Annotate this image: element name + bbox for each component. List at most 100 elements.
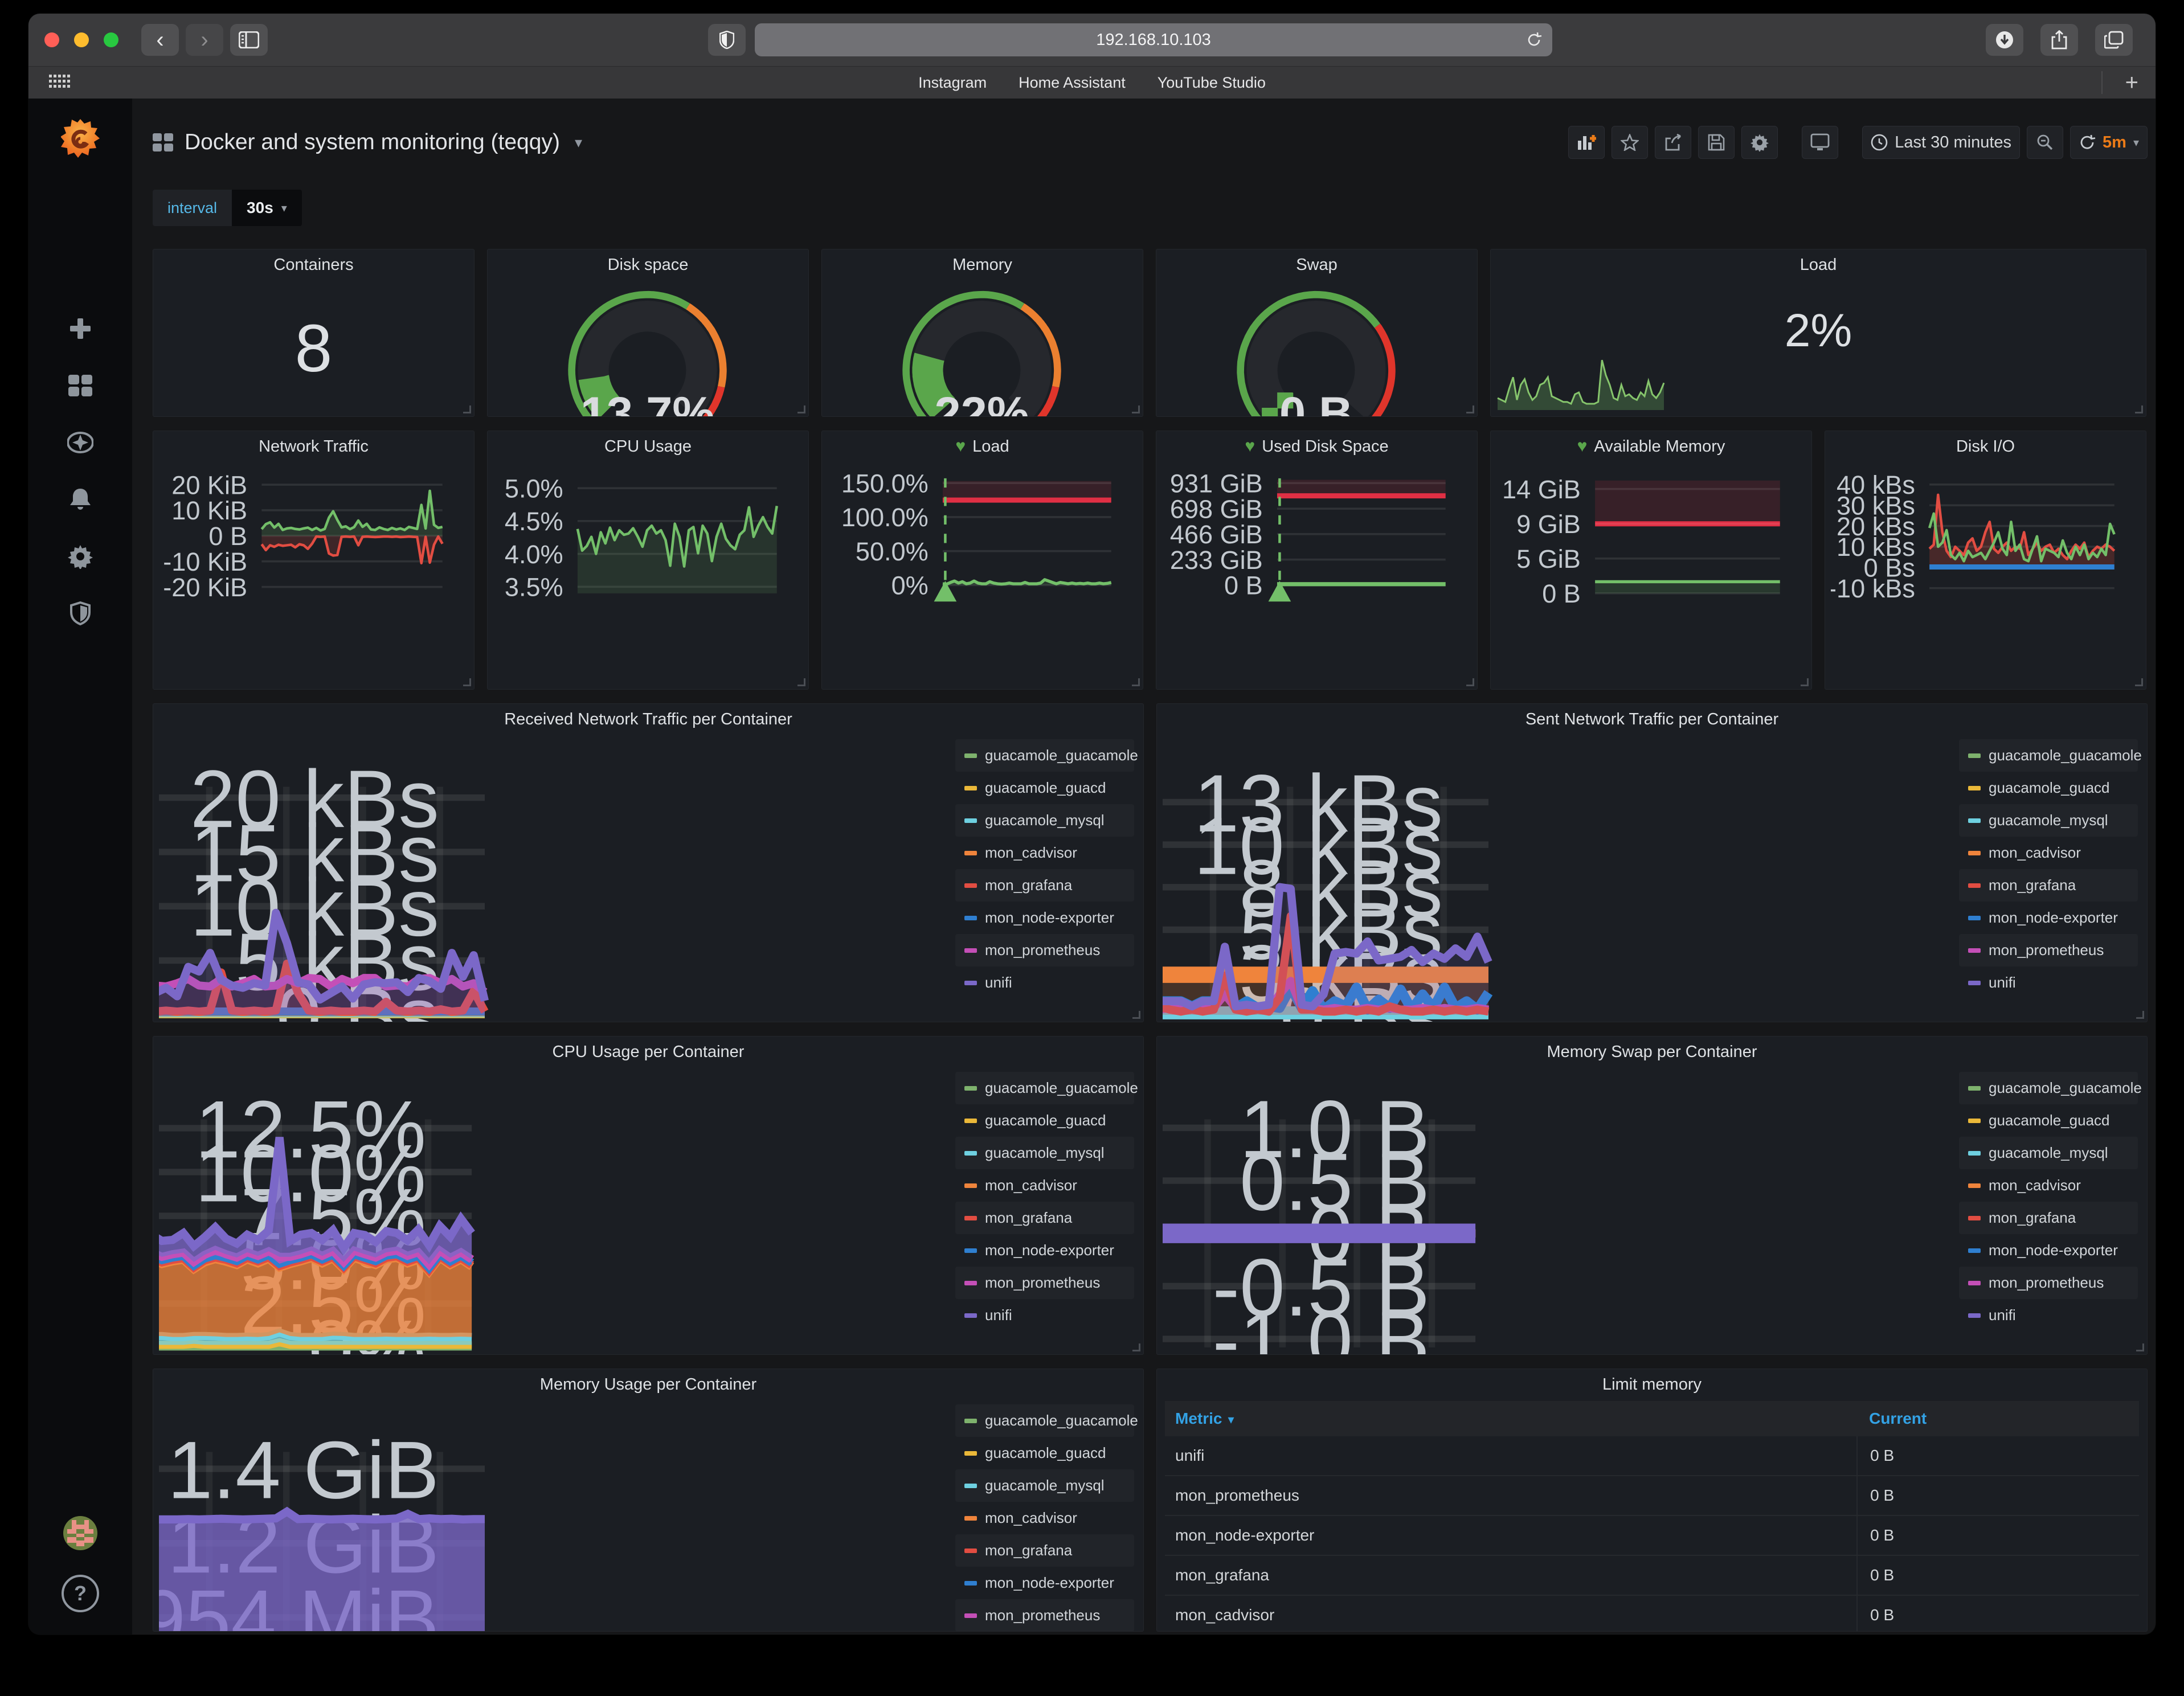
close-window-icon[interactable]	[44, 32, 59, 47]
star-dashboard-button[interactable]	[1612, 126, 1648, 159]
legend-item[interactable]: mon_cadvisor	[955, 1169, 1134, 1202]
panel-resize-handle[interactable]	[1466, 405, 1474, 413]
panel-resize-handle[interactable]	[2135, 678, 2143, 686]
panel-title[interactable]: Memory Usage per Container	[153, 1369, 1143, 1400]
legend-item[interactable]: unifi	[1959, 966, 2138, 999]
legend-item[interactable]: guacamole_mysql	[1959, 804, 2138, 837]
legend-item[interactable]: guacamole_mysql	[955, 804, 1134, 837]
disk-space-gauge[interactable]: 13.7%	[493, 280, 801, 417]
sidebar-item-create[interactable]	[67, 315, 94, 342]
legend-item[interactable]: guacamole_mysql	[955, 1137, 1134, 1169]
forward-button[interactable]: ›	[186, 24, 223, 56]
legend-item[interactable]: guacamole_guacamole	[955, 1404, 1134, 1437]
disk-io-chart[interactable]: 40 kBs30 kBs20 kBs10 kBs0 Bs-10 kBs	[1831, 462, 2139, 616]
legend-item[interactable]: mon_grafana	[955, 869, 1134, 902]
available-memory-chart[interactable]: 14 GiB9 GiB5 GiB0 B	[1496, 462, 1805, 616]
panel-title[interactable]: ♥Available Memory	[1491, 431, 1811, 462]
panel-title[interactable]: Limit memory	[1157, 1369, 2147, 1400]
panel-resize-handle[interactable]	[1132, 1343, 1140, 1351]
legend-item[interactable]: mon_node-exporter	[955, 1567, 1134, 1599]
save-dashboard-button[interactable]	[1698, 126, 1735, 159]
panel-title[interactable]: Disk I/O	[1825, 431, 2146, 462]
load-chart[interactable]: 150.0%100.0%50.0%0%	[828, 462, 1136, 616]
legend-item[interactable]: mon_node-exporter	[955, 902, 1134, 934]
bookmark-instagram[interactable]: Instagram	[918, 74, 987, 92]
panel-title[interactable]: Swap	[1156, 249, 1477, 280]
legend-item[interactable]: unifi	[955, 966, 1134, 999]
share-dashboard-button[interactable]	[1655, 126, 1691, 159]
legend-item[interactable]: guacamole_guacamole	[955, 1072, 1134, 1104]
legend-item[interactable]: mon_prometheus	[955, 1599, 1134, 1632]
sidebar-item-configuration[interactable]	[67, 543, 94, 570]
legend-item[interactable]: guacamole_guacamole	[955, 739, 1134, 772]
panel-resize-handle[interactable]	[2136, 1011, 2144, 1019]
panel-resize-handle[interactable]	[2135, 405, 2143, 413]
help-button[interactable]: ?	[62, 1575, 99, 1612]
panel-resize-handle[interactable]	[1466, 678, 1474, 686]
panel-title[interactable]: Containers	[153, 249, 474, 280]
grafana-logo[interactable]	[61, 118, 100, 159]
panel-resize-handle[interactable]	[1132, 678, 1140, 686]
legend-item[interactable]: mon_node-exporter	[955, 1234, 1134, 1267]
panel-title[interactable]: Memory	[822, 249, 1143, 280]
legend-item[interactable]: guacamole_guacd	[1959, 1104, 2138, 1137]
time-range-picker[interactable]: Last 30 minutes	[1862, 126, 2020, 159]
zoom-window-icon[interactable]	[104, 32, 118, 47]
legend-item[interactable]: guacamole_mysql	[1959, 1137, 2138, 1169]
legend-item[interactable]: unifi	[955, 1299, 1134, 1332]
legend-item[interactable]: guacamole_guacd	[955, 772, 1134, 804]
privacy-shield-button[interactable]	[708, 24, 746, 56]
legend-item[interactable]: mon_grafana	[955, 1202, 1134, 1234]
sidebar-item-explore[interactable]	[67, 429, 94, 456]
panel-resize-handle[interactable]	[463, 678, 471, 686]
panel-title[interactable]: Received Network Traffic per Container	[153, 704, 1143, 735]
panel-title[interactable]: Load	[1491, 249, 2146, 280]
panel-title[interactable]: Network Traffic	[153, 431, 474, 462]
legend-item[interactable]: guacamole_mysql	[955, 1469, 1134, 1502]
interval-dropdown[interactable]: 30s▾	[232, 190, 302, 226]
share-button[interactable]	[2040, 24, 2078, 56]
sidebar-toggle-button[interactable]	[230, 24, 268, 56]
legend-item[interactable]: guacamole_guacd	[1959, 772, 2138, 804]
legend-item[interactable]: mon_prometheus	[955, 1267, 1134, 1299]
column-header-current[interactable]: Current	[1856, 1401, 2139, 1436]
legend-item[interactable]: guacamole_guacd	[955, 1104, 1134, 1137]
panel-resize-handle[interactable]	[1801, 678, 1809, 686]
legend-item[interactable]: mon_prometheus	[955, 934, 1134, 966]
panel-title[interactable]: Disk space	[488, 249, 808, 280]
legend-item[interactable]: mon_cadvisor	[1959, 837, 2138, 869]
cycle-view-button[interactable]	[1802, 126, 1838, 159]
refresh-picker[interactable]: 5m ▾	[2070, 126, 2148, 159]
bookmark-youtube-studio[interactable]: YouTube Studio	[1158, 74, 1266, 92]
legend-item[interactable]: mon_cadvisor	[1959, 1169, 2138, 1202]
panel-title[interactable]: ♥Used Disk Space	[1156, 431, 1477, 462]
bookmark-home-assistant[interactable]: Home Assistant	[1019, 74, 1126, 92]
legend-item[interactable]: mon_grafana	[1959, 1202, 2138, 1234]
panel-title[interactable]: CPU Usage	[488, 431, 808, 462]
panel-resize-handle[interactable]	[2136, 1343, 2144, 1351]
sidebar-item-alerting[interactable]	[67, 486, 94, 513]
legend-item[interactable]: mon_node-exporter	[1959, 1234, 2138, 1267]
url-bar[interactable]: 192.168.10.103	[755, 23, 1552, 56]
legend-item[interactable]: mon_prometheus	[1959, 1267, 2138, 1299]
reload-icon[interactable]	[1526, 31, 1542, 48]
legend-item[interactable]: guacamole_guacamole	[1959, 1072, 2138, 1104]
swap-gauge[interactable]: 0 B	[1162, 280, 1470, 417]
column-header-metric[interactable]: Metric▾	[1165, 1410, 1856, 1428]
load-sparkline[interactable]	[1495, 349, 1666, 412]
sidebar-item-dashboards[interactable]	[67, 372, 94, 399]
panel-resize-handle[interactable]	[1132, 405, 1140, 413]
legend-item[interactable]: mon_cadvisor	[955, 1502, 1134, 1534]
legend-item[interactable]: mon_node-exporter	[1959, 902, 2138, 934]
panel-resize-handle[interactable]	[463, 405, 471, 413]
panel-title[interactable]: ♥Load	[822, 431, 1143, 462]
legend-item[interactable]: guacamole_guacd	[955, 1437, 1134, 1469]
memory-gauge[interactable]: 22%	[828, 280, 1136, 417]
used-disk-space-chart[interactable]: 931 GiB698 GiB466 GiB233 GiB0 B	[1162, 462, 1470, 616]
network-traffic-chart[interactable]: 20 KiB10 KiB0 B-10 KiB-20 KiB	[159, 462, 467, 616]
tab-overview-button[interactable]	[2095, 24, 2133, 56]
legend-item[interactable]: mon_grafana	[955, 1534, 1134, 1567]
panel-resize-handle[interactable]	[1132, 1011, 1140, 1019]
back-button[interactable]: ‹	[141, 24, 179, 56]
legend-item[interactable]: guacamole_guacamole	[1959, 739, 2138, 772]
